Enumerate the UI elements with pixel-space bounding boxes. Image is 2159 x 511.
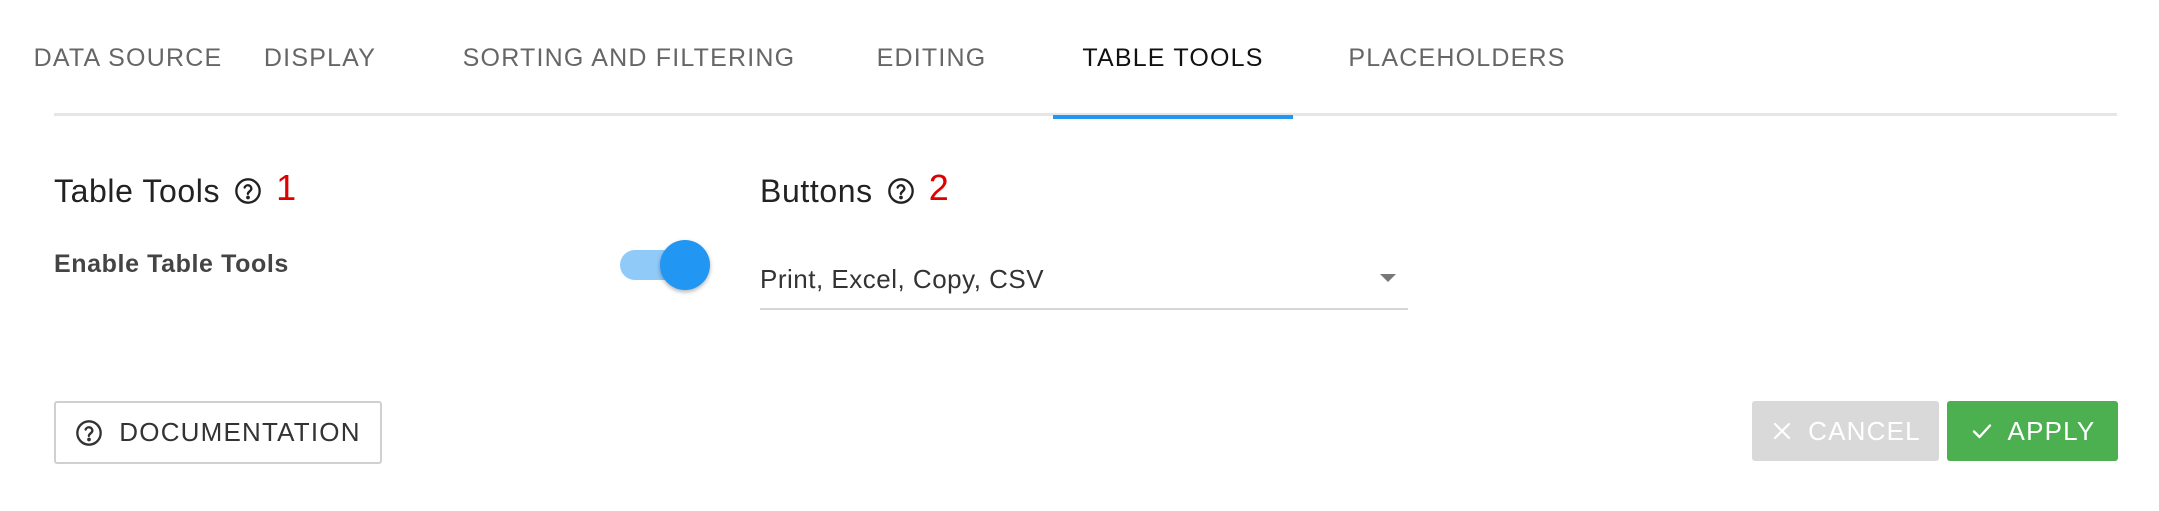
buttons-heading: Buttons 2 <box>760 167 950 212</box>
tab-bar: DATA SOURCE DISPLAY SORTING AND FILTERIN… <box>34 0 2117 119</box>
tab-table-tools[interactable]: TABLE TOOLS <box>1053 0 1293 119</box>
annotation-marker: 2 <box>928 167 950 208</box>
buttons-title: Buttons <box>760 172 873 209</box>
toggle-thumb[interactable] <box>660 240 710 290</box>
enable-table-tools-label: Enable Table Tools <box>54 250 289 278</box>
help-circle-icon <box>75 419 103 447</box>
tab-sorting-and-filtering[interactable]: SORTING AND FILTERING <box>441 0 817 116</box>
table-tools-title: Table Tools <box>54 172 221 209</box>
enable-table-tools-toggle[interactable] <box>620 240 712 292</box>
annotation-marker: 1 <box>276 167 297 208</box>
check-icon <box>1970 419 1994 443</box>
cancel-button[interactable]: CANCEL <box>1752 401 1939 461</box>
tab-placeholders[interactable]: PLACEHOLDERS <box>1324 0 1590 116</box>
tab-display[interactable]: DISPLAY <box>241 0 399 116</box>
apply-label: APPLY <box>2007 415 2096 446</box>
close-icon <box>1770 419 1794 443</box>
tab-editing[interactable]: EDITING <box>858 0 1005 116</box>
documentation-label: DOCUMENTATION <box>119 417 361 447</box>
apply-button[interactable]: APPLY <box>1947 401 2118 461</box>
documentation-button[interactable]: DOCUMENTATION <box>54 401 382 464</box>
caret-down-icon[interactable] <box>1380 274 1396 282</box>
help-circle-icon[interactable] <box>887 177 915 205</box>
buttons-select-value: Print, Excel, Copy, CSV <box>760 264 1045 294</box>
cancel-label: CANCEL <box>1808 415 1921 446</box>
table-tools-heading: Table Tools 1 <box>54 167 297 212</box>
buttons-select[interactable]: Print, Excel, Copy, CSV <box>760 252 1408 310</box>
help-circle-icon[interactable] <box>234 177 262 205</box>
tab-data-source[interactable]: DATA SOURCE <box>34 0 222 116</box>
table-settings-panel: DATA SOURCE DISPLAY SORTING AND FILTERIN… <box>0 0 2159 511</box>
